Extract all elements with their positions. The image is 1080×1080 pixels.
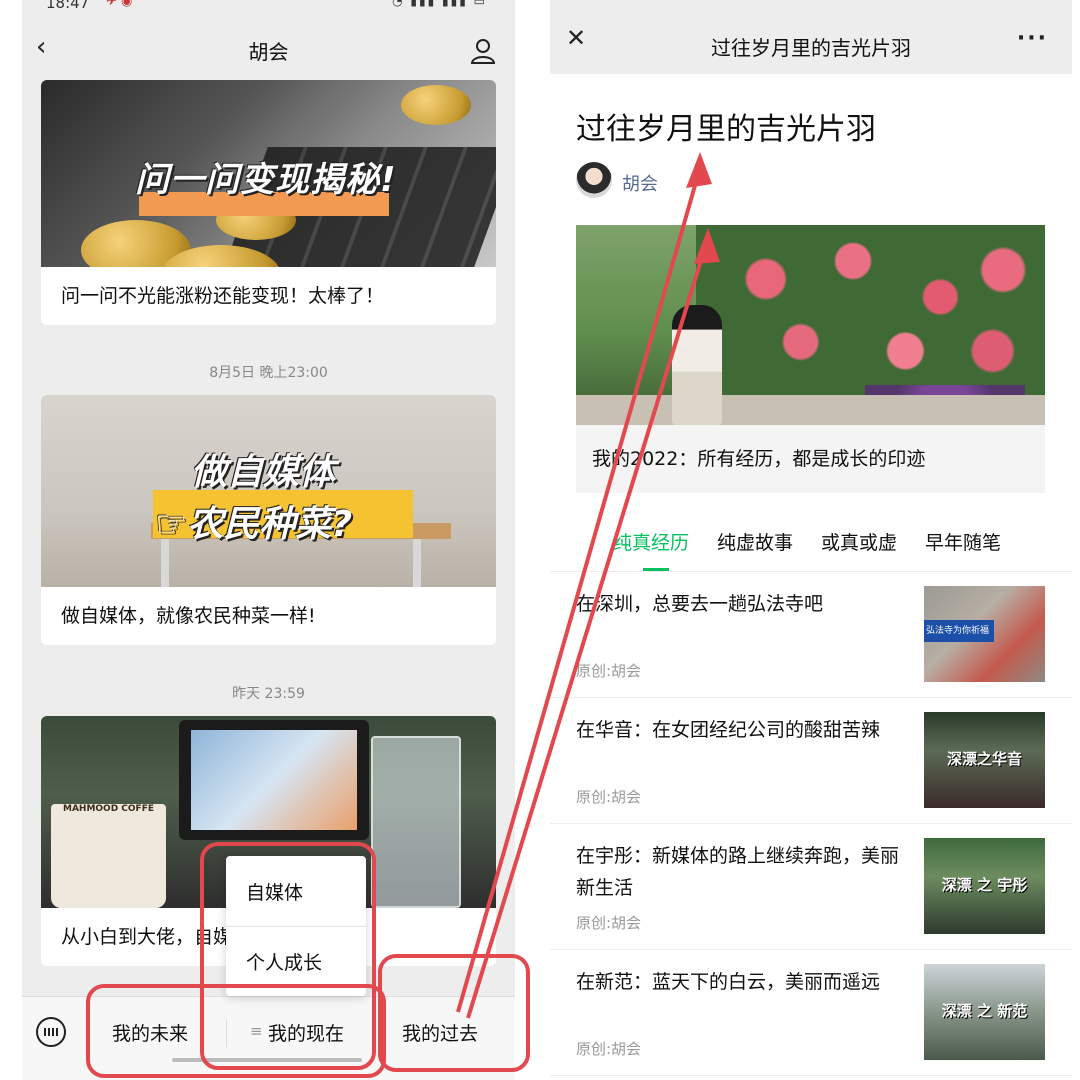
annotation-box-popup [200,842,376,1070]
article-source: 原创:胡会 [576,788,642,806]
article-title: 在华音：在女团经纪公司的酸甜苦辣 [576,719,881,741]
list-item[interactable]: 在深圳，总要去一趟弘法寺吧 原创:胡会 弘法寺为你祈福 [550,572,1072,698]
article-source: 原创:胡会 [576,1040,642,1058]
article-title: 在深圳，总要去一趟弘法寺吧 [576,593,824,615]
tab-real-or-fiction[interactable]: 或真或虚 [821,528,897,555]
tab-early-essays[interactable]: 早年随笔 [925,528,1001,555]
right-phone-screen: ✕ 过往岁月里的吉光片羽 ··· 过往岁月里的吉光片羽 胡会 我的2022：所有… [550,0,1072,1080]
screenshot-composite: 18:47 ✈ ◉ ◔ ▮▮▮ ▮▮▮ ▭ ‹ 胡会 问一问变现揭秘! 问一问不… [0,0,1080,1080]
page-title: 过往岁月里的吉光片羽 [576,112,876,147]
message-timestamp: 8月5日 晚上23:00 [209,365,328,381]
status-bar: 18:47 ✈ ◉ ◔ ▮▮▮ ▮▮▮ ▭ [22,0,515,14]
tab-fiction-stories[interactable]: 纯虚故事 [717,528,793,555]
author-name[interactable]: 胡会 [622,170,658,196]
list-item[interactable]: 在新范：蓝天下的白云，美丽而遥远 原创:胡会 深漂 之 新范 [550,950,1072,1076]
list-item[interactable]: 在华音：在女团经纪公司的酸甜苦辣 原创:胡会 深漂之华音 [550,698,1072,824]
article-caption: 做自媒体，就像农民种菜一样! [61,605,316,627]
cover-headline: 做自媒体 [191,452,336,493]
mug-logo-text: MAHMOOD COFFE [62,804,154,814]
article-card[interactable]: 做自媒体 ☞农民种菜? 做自媒体，就像农民种菜一样! [41,395,496,645]
tab-pure-experience[interactable]: 纯真经历 [613,528,689,555]
thumbnail-text: 深漂 之 宇彤 [941,876,1028,894]
article-caption: 问一问不光能涨粉还能变现！太棒了！ [61,285,385,307]
article-thumbnail: 深漂 之 新范 [924,964,1045,1060]
header-title: 过往岁月里的吉光片羽 [711,36,911,60]
featured-cover-image[interactable] [576,225,1045,425]
chat-title: 胡会 [248,40,289,64]
category-tabs: 纯真经历 纯虚故事 或真或虚 早年随笔 [550,520,1072,571]
profile-icon[interactable] [471,38,495,64]
annotation-box-past [378,954,530,1072]
article-cover-image: 做自媒体 ☞农民种菜? [41,395,496,587]
article-source: 原创:胡会 [576,914,642,932]
cover-headline: 问一问变现揭秘! [135,160,397,200]
avatar[interactable] [576,162,612,198]
featured-caption[interactable]: 我的2022：所有经历，都是成长的印迹 [576,425,1045,493]
message-timestamp: 昨天 23:59 [232,686,305,702]
article-title: 在宇彤：新媒体的路上继续奔跑，美丽新生活 [576,845,900,899]
article-thumbnail: 深漂 之 宇彤 [924,838,1045,934]
notification-icons: ✈ ◉ [106,0,133,9]
article-thumbnail: 深漂之华音 [924,712,1045,808]
signal-battery-icons: ◔ ▮▮▮ ▮▮▮ ▭ [392,0,487,8]
article-title: 在新范：蓝天下的白云，美丽而遥远 [576,971,881,993]
thumbnail-text: 深漂之华音 [946,750,1022,768]
article-cover-image: 问一问变现揭秘! [41,80,496,267]
thumbnail-text: 深漂 之 新范 [941,1002,1028,1020]
cover-subheadline: ☞农民种菜? [155,504,353,545]
chat-header: ‹ 胡会 [22,18,515,78]
more-icon[interactable]: ··· [1017,26,1048,51]
keyboard-icon[interactable] [36,1017,66,1047]
article-source: 原创:胡会 [576,662,642,680]
article-thumbnail: 弘法寺为你祈福 [924,586,1045,682]
article-card[interactable]: 问一问变现揭秘! 问一问不光能涨粉还能变现！太棒了！ [41,80,496,325]
list-item[interactable]: 在宇彤：新媒体的路上继续奔跑，美丽新生活 原创:胡会 深漂 之 宇彤 [550,824,1072,950]
thumbnail-sign-text: 弘法寺为你祈福 [924,620,994,642]
article-header: ✕ 过往岁月里的吉光片羽 ··· [550,0,1072,74]
status-time: 18:47 [46,0,90,12]
